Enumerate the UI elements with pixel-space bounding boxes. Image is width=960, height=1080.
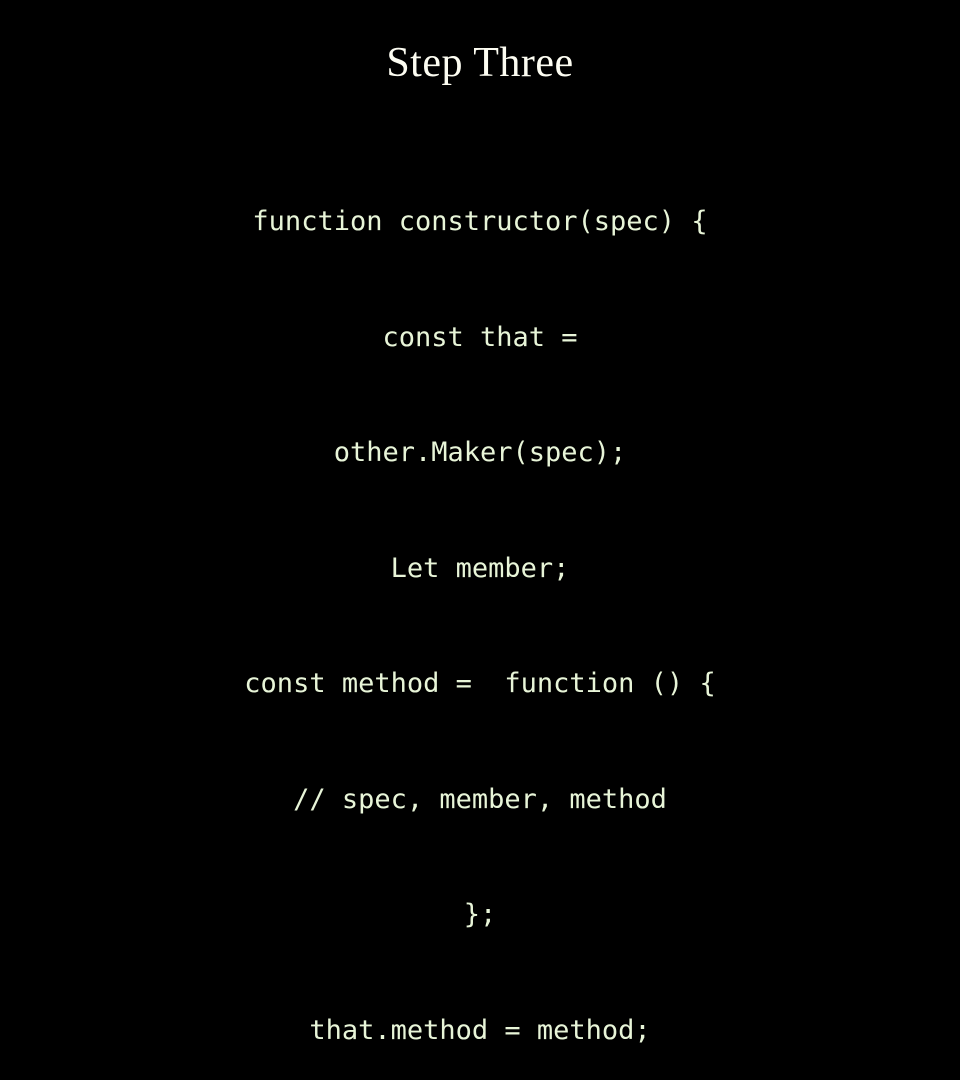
code-line: function constructor(spec) { (252, 206, 708, 237)
slide: Step Three function constructor(spec) { … (0, 0, 960, 1046)
code-line: const method = function () { (244, 668, 716, 699)
code-line: const that = (382, 321, 578, 353)
code-line: }; (463, 899, 497, 930)
page-title: Step Three (386, 40, 574, 86)
code-line: Let member; (390, 552, 570, 584)
code-block: function constructor(spec) { const that … (0, 126, 960, 1080)
code-line: // spec, member, method (293, 783, 667, 815)
code-line: that.method = method; (309, 1014, 651, 1046)
code-line: other.Maker(spec); (333, 437, 627, 468)
